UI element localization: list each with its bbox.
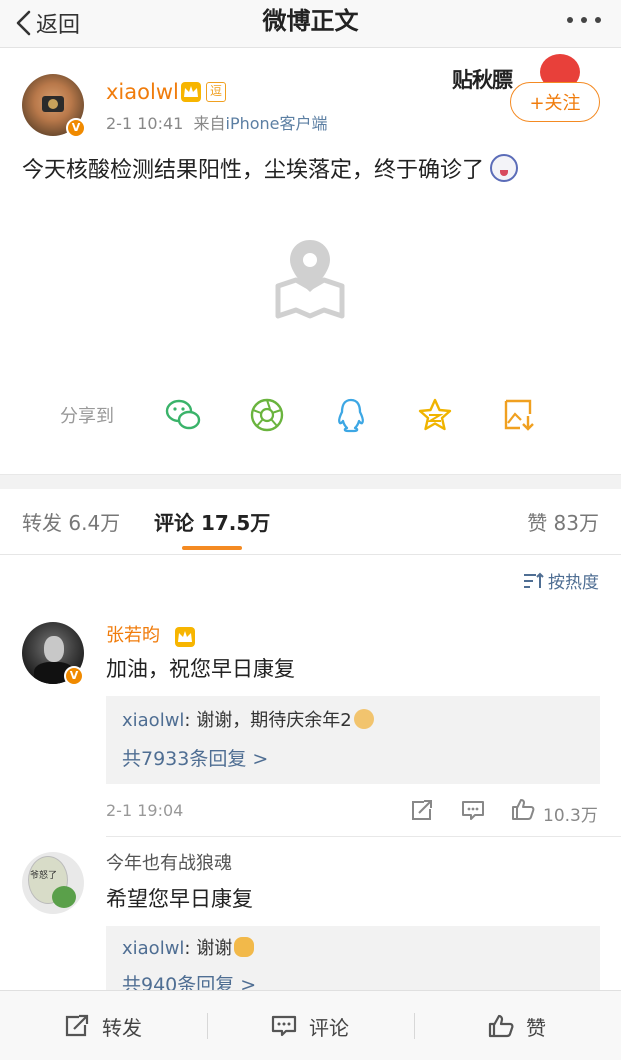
like-thumb-icon[interactable] xyxy=(511,798,535,820)
member-level-badge: 逗 xyxy=(206,82,226,102)
save-image-icon[interactable] xyxy=(500,396,538,434)
comment-icon xyxy=(271,1015,297,1037)
repost-button[interactable]: 转发 xyxy=(64,1011,142,1041)
reply-icon[interactable] xyxy=(461,799,485,821)
reply-preview[interactable]: xiaolwl: 谢谢 共940条回复 > xyxy=(106,926,600,990)
post-time: 2-1 10:41 xyxy=(106,114,184,133)
share-label: 分享到 xyxy=(60,406,114,427)
follow-button[interactable]: +关注 xyxy=(510,82,600,122)
commenter-name[interactable]: 张若昀 xyxy=(106,624,160,648)
sort-label: 按热度 xyxy=(548,573,599,593)
bottom-action-bar: 转发 评论 赞 xyxy=(0,990,621,1060)
reply-text: : 谢谢 xyxy=(184,938,233,959)
comment-divider xyxy=(106,836,621,837)
post-source[interactable]: iPhone客户端 xyxy=(226,114,328,133)
section-gap xyxy=(0,474,621,489)
comment-time: 2-1 19:04 xyxy=(106,801,184,820)
moments-icon[interactable] xyxy=(248,396,286,434)
doge-emoji-icon xyxy=(353,709,374,729)
vip-crown-icon xyxy=(181,82,201,102)
more-options-icon[interactable] xyxy=(567,16,601,24)
reply-line: xiaolwl: 谢谢，期待庆余年2 xyxy=(122,708,374,734)
sad-face-emoji-icon xyxy=(490,154,519,182)
comment-like-count: 10.3万 xyxy=(543,806,598,826)
wechat-icon[interactable] xyxy=(164,396,202,434)
pray-emoji-icon xyxy=(234,937,255,957)
repost-comment-icon[interactable] xyxy=(410,799,434,821)
location-map-icon[interactable] xyxy=(272,236,348,320)
qzone-icon[interactable] xyxy=(416,396,454,434)
tab-comment[interactable]: 评论 17.5万 xyxy=(154,509,270,537)
avatar-caption: 爷怒了 xyxy=(30,871,58,881)
post-from-prefix: 来自 xyxy=(193,114,226,133)
comment-button[interactable]: 评论 xyxy=(271,1011,349,1041)
comment-text: 加油，祝您早日康复 xyxy=(106,657,295,681)
like-label: 赞 xyxy=(526,1015,546,1040)
post-text: 今天核酸检测结果阳性，尘埃落定，终于确诊了 xyxy=(22,158,485,183)
qq-icon[interactable] xyxy=(332,396,370,434)
sort-icon xyxy=(524,572,544,588)
reply-count-link[interactable]: 共940条回复 > xyxy=(122,972,256,990)
comment-label: 评论 xyxy=(309,1015,349,1040)
share-row: 分享到 xyxy=(0,392,621,440)
vip-crown-icon xyxy=(175,627,195,647)
reply-line: xiaolwl: 谢谢 xyxy=(122,936,255,962)
repost-icon xyxy=(65,1014,89,1037)
post-meta: 2-1 10:41 来自iPhone客户端 xyxy=(106,113,328,135)
tab-repost[interactable]: 转发 6.4万 xyxy=(22,509,120,537)
repost-label: 转发 xyxy=(102,1015,142,1040)
commenter-avatar[interactable]: 爷怒了 xyxy=(22,852,84,914)
post-content: 今天核酸检测结果阳性，尘埃落定，终于确诊了 xyxy=(22,154,519,187)
post-tabs: 转发 6.4万 评论 17.5万 赞 83万 xyxy=(0,489,621,555)
reply-text: : 谢谢，期待庆余年2 xyxy=(184,710,352,731)
bar-divider xyxy=(207,1013,208,1039)
verified-badge: V xyxy=(64,666,84,686)
bar-divider xyxy=(414,1013,415,1039)
comment-text: 希望您早日康复 xyxy=(106,887,253,911)
verified-badge: V xyxy=(66,118,86,138)
active-tab-indicator xyxy=(182,546,242,550)
sort-button[interactable]: 按热度 xyxy=(522,568,599,593)
page-title: 微博正文 xyxy=(262,7,359,35)
sticker-text: 贴秋膘 xyxy=(452,67,513,92)
reply-author[interactable]: xiaolwl xyxy=(122,710,184,731)
tab-like[interactable]: 赞 83万 xyxy=(527,509,599,537)
author-name[interactable]: xiaolwl xyxy=(106,78,179,106)
commenter-name[interactable]: 今年也有战狼魂 xyxy=(106,852,232,876)
reply-preview[interactable]: xiaolwl: 谢谢，期待庆余年2 共7933条回复 > xyxy=(106,696,600,784)
top-nav-bar: 返回 微博正文 xyxy=(0,0,621,48)
like-button[interactable]: 赞 xyxy=(488,1011,546,1041)
like-icon xyxy=(488,1014,514,1038)
reply-count-link[interactable]: 共7933条回复 > xyxy=(122,746,268,772)
reply-author[interactable]: xiaolwl xyxy=(122,938,184,959)
